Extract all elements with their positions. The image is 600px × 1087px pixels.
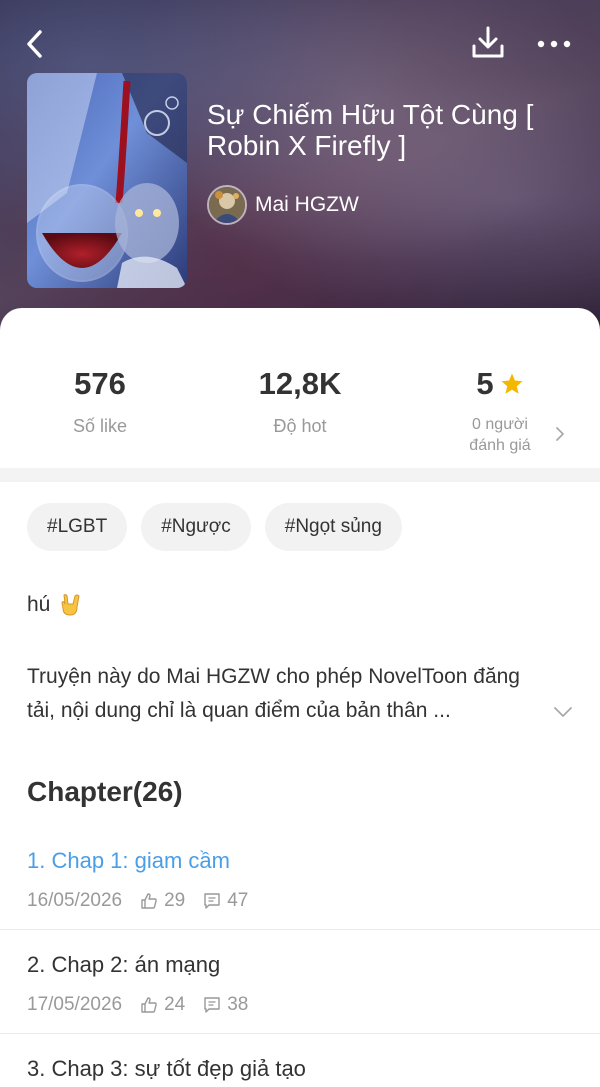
rating-sub-line-1: 0 người (472, 416, 528, 433)
description-short: hú (27, 592, 84, 618)
hot-count: 12,8K (258, 366, 342, 401)
chevron-right-icon[interactable] (552, 426, 568, 442)
tag-list: #LGBT #Ngược #Ngọt sủng (27, 503, 402, 551)
rating-sub-line-2: đánh giá (469, 437, 531, 454)
chapter-comments: 47 (203, 890, 248, 912)
chapter-date: 17/05/2026 (27, 994, 123, 1015)
more-icon (537, 40, 571, 48)
chapter-likes-count: 29 (164, 890, 186, 911)
content-sheet: 576 Số like 12,8K Độ hot 5 0 người đánh … (0, 308, 600, 1087)
comment-icon (204, 997, 220, 1013)
thumbs-up-icon (141, 893, 157, 909)
thumbs-up-icon (141, 997, 157, 1013)
chapter-row[interactable]: 2. Chap 2: án mạng 17/05/2026 24 38 (0, 930, 600, 1034)
chapter-comments-count: 38 (227, 994, 249, 1015)
likes-count: 576 (74, 366, 126, 401)
more-options-button[interactable] (534, 24, 574, 60)
stat-hot: 12,8K Độ hot (200, 366, 400, 437)
rating-value: 5 (476, 366, 494, 401)
stat-likes: 576 Số like (0, 366, 200, 437)
chapter-comments: 38 (203, 994, 248, 1016)
book-title: Sự Chiếm Hữu Tột Cùng [ Robin X Firefly … (207, 99, 534, 161)
rock-hand-emoji (61, 594, 80, 616)
hot-label: Độ hot (273, 416, 327, 436)
chapter-likes-count: 24 (164, 994, 186, 1015)
description-short-text: hú (27, 593, 51, 616)
stat-rating[interactable]: 5 0 người đánh giá (400, 366, 600, 456)
rating-value-row: 5 (400, 366, 600, 402)
chapter-title: 3. Chap 3: sự tốt đẹp giả tạo (27, 1056, 306, 1081)
book-cover (27, 73, 187, 288)
tag-lgbt[interactable]: #LGBT (27, 503, 128, 551)
chapter-likes: 29 (140, 890, 185, 912)
top-bar (0, 22, 600, 62)
chapter-date: 16/05/2026 (27, 890, 123, 911)
chapter-row[interactable]: 1. Chap 1: giam cầm 16/05/2026 29 47 (0, 826, 600, 930)
chapter-title: 2. Chap 2: án mạng (27, 952, 221, 977)
chapter-comments-count: 47 (227, 890, 249, 911)
chapter-likes: 24 (140, 994, 185, 1016)
chevron-down-icon[interactable] (552, 702, 574, 722)
chapter-heading: Chapter(26) (27, 776, 183, 807)
author-link[interactable]: Mai HGZW (207, 185, 359, 225)
tag-ngot-sung[interactable]: #Ngọt sủng (264, 503, 402, 551)
download-icon (472, 26, 504, 58)
chapter-title: 1. Chap 1: giam cầm (27, 848, 230, 873)
comment-icon (204, 893, 220, 909)
star-icon (501, 373, 523, 394)
likes-label: Số like (72, 416, 128, 436)
back-icon (27, 30, 42, 58)
description-long: Truyện này do Mai HGZW cho phép NovelToo… (27, 665, 520, 722)
rating-count-label: 0 người đánh giá (400, 414, 600, 456)
tag-nguoc[interactable]: #Ngược (141, 503, 251, 551)
chapter-meta: 16/05/2026 29 47 (27, 890, 248, 912)
back-button[interactable] (22, 26, 52, 62)
author-avatar (207, 185, 247, 225)
stats-row: 576 Số like 12,8K Độ hot 5 0 người đánh … (0, 308, 600, 468)
download-button[interactable] (470, 24, 506, 60)
section-divider (0, 468, 600, 482)
author-name: Mai HGZW (255, 193, 359, 216)
chapter-row[interactable]: 3. Chap 3: sự tốt đẹp giả tạo (0, 1034, 600, 1087)
chapter-meta: 17/05/2026 24 38 (27, 994, 248, 1016)
